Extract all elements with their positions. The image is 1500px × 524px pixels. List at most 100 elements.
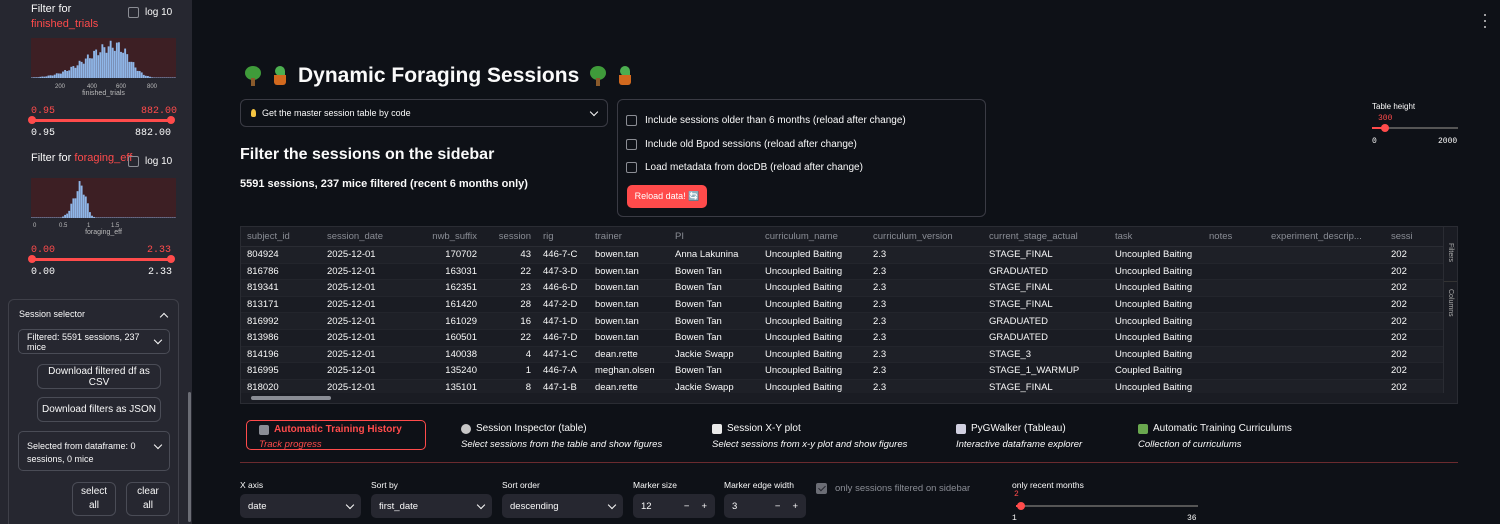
table-cell[interactable]: 160501 xyxy=(407,332,483,343)
table-cell[interactable]: 2025-12-01 xyxy=(321,332,407,343)
table-cell[interactable]: 43 xyxy=(483,249,537,260)
include-older-checkbox[interactable]: Include sessions older than 6 months (re… xyxy=(626,115,906,126)
collapse-icon[interactable] xyxy=(159,312,169,322)
tab-session-inspector[interactable]: Session Inspector (table) Select session… xyxy=(461,423,662,450)
table-cell[interactable]: 2025-12-01 xyxy=(321,249,407,260)
table-cell[interactable]: 447-1-D xyxy=(537,316,589,327)
sort-order-select[interactable]: descending xyxy=(502,494,623,518)
table-cell[interactable]: 816786 xyxy=(241,266,321,277)
table-cell[interactable]: 161420 xyxy=(407,299,483,310)
range-slider-1[interactable] xyxy=(28,116,175,124)
table-cell[interactable]: 202 xyxy=(1385,282,1425,293)
log10-checkbox-2[interactable]: log 10 xyxy=(128,156,172,167)
table-cell[interactable]: GRADUATED xyxy=(983,266,1109,277)
table-cell[interactable]: Bowen Tan xyxy=(669,332,759,343)
tab-automatic-training-history[interactable]: Automatic Training History Track progres… xyxy=(246,420,426,450)
column-header[interactable]: trainer xyxy=(589,231,669,242)
selected-summary-expander[interactable]: Selected from dataframe: 0 sessions, 0 m… xyxy=(18,431,170,471)
table-cell[interactable]: Uncoupled Baiting xyxy=(1109,249,1203,260)
table-cell[interactable]: 202 xyxy=(1385,349,1425,360)
tab-session-xy-plot[interactable]: Session X-Y plot Select sessions from x-… xyxy=(712,423,907,450)
table-cell[interactable]: Bowen Tan xyxy=(669,365,759,376)
column-header[interactable]: subject_id xyxy=(241,231,321,242)
table-cell[interactable]: 446-6-D xyxy=(537,282,589,293)
table-cell[interactable]: GRADUATED xyxy=(983,332,1109,343)
table-cell[interactable]: 2025-12-01 xyxy=(321,349,407,360)
table-row[interactable]: 813986 2025-12-01 160501 22 446-7-D bowen.tan… xyxy=(241,330,1457,347)
table-cell[interactable]: bowen.tan xyxy=(589,316,669,327)
slider-thumb[interactable] xyxy=(1017,502,1026,510)
checkbox-box[interactable] xyxy=(626,115,637,126)
checkbox-box[interactable] xyxy=(626,139,637,150)
sessions-dataframe[interactable]: subject_id session_date nwb_suffix session r… xyxy=(240,226,1458,404)
x-axis-select[interactable]: date xyxy=(240,494,361,518)
table-cell[interactable]: 22 xyxy=(483,266,537,277)
table-cell[interactable]: 2025-12-01 xyxy=(321,365,407,376)
table-row[interactable]: 819341 2025-12-01 162351 23 446-6-D bowen.tan… xyxy=(241,280,1457,297)
table-row[interactable]: 816995 2025-12-01 135240 1 446-7-A meghan.ols… xyxy=(241,363,1457,380)
table-cell[interactable]: 135240 xyxy=(407,365,483,376)
sidebar-scrollbar[interactable] xyxy=(188,392,191,522)
load-docdb-checkbox[interactable]: Load metadata from docDB (reload after c… xyxy=(626,162,863,173)
table-cell[interactable]: 162351 xyxy=(407,282,483,293)
table-cell[interactable]: bowen.tan xyxy=(589,332,669,343)
table-cell[interactable]: 4 xyxy=(483,349,537,360)
table-row[interactable]: 813171 2025-12-01 161420 28 447-2-D bowen.tan… xyxy=(241,297,1457,314)
number-value[interactable]: 12 xyxy=(641,501,652,512)
column-header[interactable]: PI xyxy=(669,231,759,242)
marker-size-input[interactable]: 12 − + xyxy=(633,494,715,518)
table-cell[interactable]: 446-7-D xyxy=(537,332,589,343)
table-cell[interactable]: Uncoupled Baiting xyxy=(1109,316,1203,327)
column-header[interactable]: nwb_suffix xyxy=(407,231,483,242)
column-header[interactable]: session_date xyxy=(321,231,407,242)
table-cell[interactable]: meghan.olsen xyxy=(589,365,669,376)
table-cell[interactable]: 814196 xyxy=(241,349,321,360)
table-cell[interactable]: 202 xyxy=(1385,299,1425,310)
table-cell[interactable]: Uncoupled Baiting xyxy=(1109,382,1203,393)
table-cell[interactable]: 2.3 xyxy=(867,266,983,277)
table-cell[interactable]: 447-2-D xyxy=(537,299,589,310)
table-cell[interactable]: 447-1-B xyxy=(537,382,589,393)
table-cell[interactable]: 816995 xyxy=(241,365,321,376)
table-cell[interactable]: 202 xyxy=(1385,316,1425,327)
table-cell[interactable]: 2025-12-01 xyxy=(321,382,407,393)
table-cell[interactable]: 446-7-C xyxy=(537,249,589,260)
table-cell[interactable]: 202 xyxy=(1385,365,1425,376)
table-cell[interactable]: 1 xyxy=(483,365,537,376)
table-cell[interactable]: STAGE_1_WARMUP xyxy=(983,365,1109,376)
table-cell[interactable]: 2025-12-01 xyxy=(321,282,407,293)
table-row[interactable]: 814196 2025-12-01 140038 4 447-1-C dean.rette… xyxy=(241,346,1457,364)
table-cell[interactable]: 2.3 xyxy=(867,365,983,376)
table-cell[interactable]: Uncoupled Baiting xyxy=(759,349,867,360)
table-cell[interactable]: 447-1-C xyxy=(537,349,589,360)
table-cell[interactable]: 2.3 xyxy=(867,332,983,343)
checkbox-box[interactable] xyxy=(128,156,139,167)
table-cell[interactable]: Coupled Baiting xyxy=(1109,365,1203,376)
table-cell[interactable]: 2.3 xyxy=(867,316,983,327)
table-cell[interactable]: 161029 xyxy=(407,316,483,327)
column-header[interactable]: experiment_descrip... xyxy=(1265,231,1385,242)
table-cell[interactable]: GRADUATED xyxy=(983,316,1109,327)
table-cell[interactable]: Uncoupled Baiting xyxy=(759,266,867,277)
table-cell[interactable]: STAGE_FINAL xyxy=(983,282,1109,293)
reload-data-button[interactable]: Reload data! 🔄 xyxy=(627,185,707,208)
kebab-menu-icon[interactable] xyxy=(1483,14,1487,28)
table-cell[interactable]: STAGE_FINAL xyxy=(983,382,1109,393)
table-cell[interactable]: Uncoupled Baiting xyxy=(759,299,867,310)
table-cell[interactable]: STAGE_3 xyxy=(983,349,1109,360)
table-cell[interactable]: Anna Lakunina xyxy=(669,249,759,260)
column-header[interactable]: notes xyxy=(1203,231,1265,242)
table-cell[interactable]: 2.3 xyxy=(867,382,983,393)
table-cell[interactable]: 2.3 xyxy=(867,299,983,310)
plus-icon[interactable]: + xyxy=(792,501,798,512)
select-all-button[interactable]: select all xyxy=(72,482,116,516)
table-cell[interactable]: 140038 xyxy=(407,349,483,360)
table-cell[interactable]: 8 xyxy=(483,382,537,393)
table-cell[interactable]: 446-7-A xyxy=(537,365,589,376)
scrollbar-thumb[interactable] xyxy=(251,396,331,400)
table-row[interactable]: 816992 2025-12-01 161029 16 447-1-D bowen.tan… xyxy=(241,313,1457,330)
table-cell[interactable]: 2025-12-01 xyxy=(321,316,407,327)
table-cell[interactable]: Jackie Swapp xyxy=(669,382,759,393)
horizontal-scrollbar[interactable] xyxy=(241,393,1445,403)
table-cell[interactable]: Uncoupled Baiting xyxy=(759,249,867,260)
